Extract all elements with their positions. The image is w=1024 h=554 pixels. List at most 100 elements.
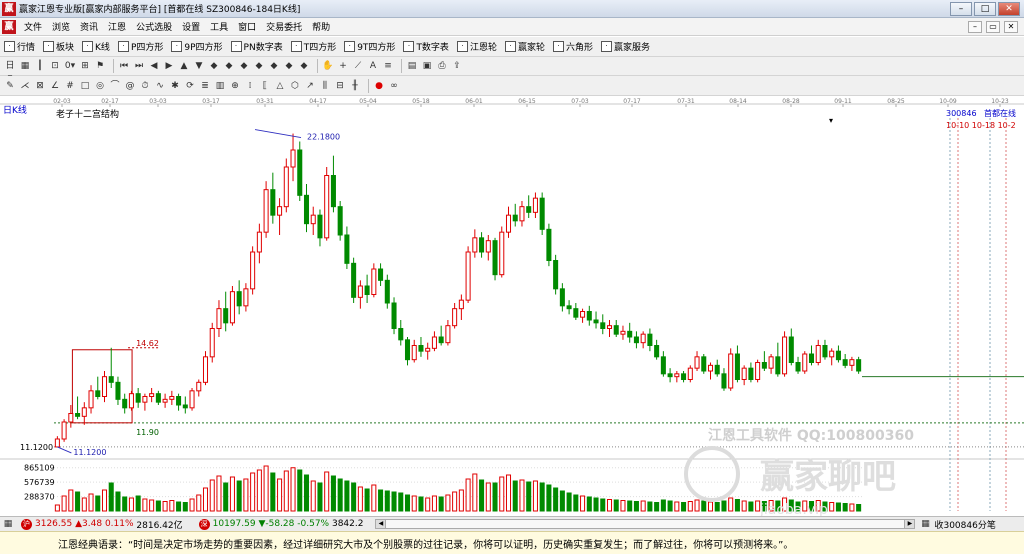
up-icon[interactable]: ▲ (178, 60, 190, 72)
volume-bar (613, 499, 619, 512)
gann-spiral-icon[interactable]: @ (124, 80, 136, 92)
menu-item-9[interactable]: 帮助 (307, 20, 335, 33)
candle-body (627, 330, 633, 338)
child-minimize-button[interactable]: – (968, 21, 982, 33)
menu-item-4[interactable]: 公式选股 (131, 20, 177, 33)
toolbar-button-10[interactable]: · 赢家轮 (504, 40, 545, 53)
volume-bar (81, 497, 87, 512)
toolbar-button-11[interactable]: · 六角形 (552, 40, 593, 53)
toolbar-button-0[interactable]: · 行情 (4, 40, 35, 53)
grid-view-icon[interactable]: ▦ (919, 518, 931, 530)
gann-time-icon[interactable]: ⏱ (139, 80, 151, 92)
diamond-7-icon[interactable]: ◆ (298, 60, 310, 72)
diamond-3-icon[interactable]: ◆ (238, 60, 250, 72)
gann-measure-icon[interactable]: ⊟ (334, 80, 346, 92)
menu-item-6[interactable]: 工具 (205, 20, 233, 33)
kline-chart[interactable]: 02-03 02-17 03-03 03-17 03-31 04-17 05-04 05-18… (0, 96, 1024, 516)
menu-item-5[interactable]: 设置 (177, 20, 205, 33)
gann-box-icon[interactable]: ⊠ (34, 80, 46, 92)
right-icon[interactable]: ▶ (163, 60, 175, 72)
color-icon[interactable]: ● (373, 80, 385, 92)
menu-item-8[interactable]: 交易委托 (261, 20, 307, 33)
save-icon[interactable]: ▣ (421, 60, 433, 72)
toolbar-button-6[interactable]: · T四方形 (290, 40, 336, 53)
toolbar-button-3[interactable]: · P四方形 (117, 40, 163, 53)
zero-dropdown-icon[interactable]: 0▾ (64, 60, 76, 72)
gann-dots-icon[interactable]: ⁞ (244, 80, 256, 92)
close-button[interactable]: ✕ (998, 2, 1020, 16)
menu-item-7[interactable]: 窗口 (233, 20, 261, 33)
kline-icon: · (82, 41, 94, 52)
toolbar-button-5[interactable]: · PN数字表 (230, 40, 283, 53)
candle-icon[interactable]: ┃ (34, 60, 46, 72)
menu-item-0[interactable]: 文件 (19, 20, 47, 33)
fib-tool-icon[interactable]: ≡ (382, 60, 394, 72)
gann-cycle-icon[interactable]: ⟳ (184, 80, 196, 92)
maximize-button[interactable]: □ (974, 2, 996, 16)
zoom-in-icon[interactable]: ⊞ (79, 60, 91, 72)
period-dropdown-icon[interactable]: 日▾ (4, 60, 16, 83)
child-restore-button[interactable]: ▭ (986, 21, 1000, 33)
menu-item-2[interactable]: 资讯 (75, 20, 103, 33)
crosshair-icon[interactable]: + (337, 60, 349, 72)
left-icon[interactable]: ◀ (148, 60, 160, 72)
print-icon[interactable]: ⎙ (436, 60, 448, 72)
gann-arc-icon[interactable]: ⌒ (109, 80, 121, 92)
export-icon[interactable]: ⇪ (451, 60, 463, 72)
diamond-4-icon[interactable]: ◆ (253, 60, 265, 72)
infinity-icon[interactable]: ∞ (388, 80, 400, 92)
gann-bracket-icon[interactable]: ⟦ (259, 80, 271, 92)
menu-item-1[interactable]: 浏览 (47, 20, 75, 33)
toolbar-button-1[interactable]: · 板块 (43, 40, 74, 53)
hexagon-icon: · (552, 41, 564, 52)
toolbar-button-12[interactable]: · 赢家服务 (600, 40, 650, 53)
gann-grid-icon[interactable]: # (64, 80, 76, 92)
horizontal-scrollbar[interactable]: ◀ ▶ (375, 519, 916, 529)
toolbar-button-9[interactable]: · 江恩轮 (456, 40, 497, 53)
table-icon[interactable]: ▤ (406, 60, 418, 72)
gann-angle-icon[interactable]: ∠ (49, 80, 61, 92)
volume-tick-label: 288370 (24, 493, 55, 502)
gann-ruler-icon[interactable]: ╫ (349, 80, 361, 92)
toolbar-button-4[interactable]: · 9P四方形 (171, 40, 223, 53)
candle-body (81, 407, 87, 417)
down-icon[interactable]: ▼ (193, 60, 205, 72)
gann-triangle-icon[interactable]: △ (274, 80, 286, 92)
diamond-5-icon[interactable]: ◆ (268, 60, 280, 72)
gann-wave-icon[interactable]: ∿ (154, 80, 166, 92)
candle-body (263, 189, 269, 233)
flag-icon[interactable]: ⚑ (94, 60, 106, 72)
gann-cross-icon[interactable]: ⊕ (229, 80, 241, 92)
calendar-icon[interactable]: ▦ (19, 60, 31, 72)
diamond-6-icon[interactable]: ◆ (283, 60, 295, 72)
first-icon[interactable]: ⏮ (118, 60, 130, 72)
gann-circle-icon[interactable]: ◎ (94, 80, 106, 92)
menu-item-3[interactable]: 江恩 (103, 20, 131, 33)
child-close-button[interactable]: ✕ (1004, 21, 1018, 33)
pencil-icon[interactable]: ✎ (4, 80, 16, 92)
gann-fan-icon[interactable]: ⋌ (19, 80, 31, 92)
next-icon[interactable]: ⏭ (133, 60, 145, 72)
grid-menu-icon[interactable]: ▦ (2, 518, 14, 530)
toolbar-button-7[interactable]: · 9T四方形 (344, 40, 395, 53)
minimize-button[interactable]: – (950, 2, 972, 16)
indicator-dropdown-icon[interactable]: ⊡ (49, 60, 61, 72)
gann-square-icon[interactable]: □ (79, 80, 91, 92)
hand-icon[interactable]: ✋ (322, 60, 334, 72)
candle-body (741, 367, 747, 380)
toolbar-button-8[interactable]: · T数字表 (403, 40, 449, 53)
line-tool-icon[interactable]: ⟋ (352, 60, 364, 72)
diamond-2-icon[interactable]: ◆ (223, 60, 235, 72)
gann-hex-icon[interactable]: ⬡ (289, 80, 301, 92)
text-tool-icon[interactable]: A (367, 60, 379, 72)
gann-split-icon[interactable]: ⫼ (319, 80, 331, 92)
diamond-1-icon[interactable]: ◆ (208, 60, 220, 72)
gann-star-icon[interactable]: ✱ (169, 80, 181, 92)
volume-bar (95, 495, 101, 512)
volume-bar (835, 502, 841, 512)
gann-bars-icon[interactable]: ▥ (214, 80, 226, 92)
candle-body (728, 353, 734, 389)
gann-arrow-icon[interactable]: ↗ (304, 80, 316, 92)
gann-level-icon[interactable]: ≣ (199, 80, 211, 92)
toolbar-button-2[interactable]: · K线 (82, 40, 110, 53)
